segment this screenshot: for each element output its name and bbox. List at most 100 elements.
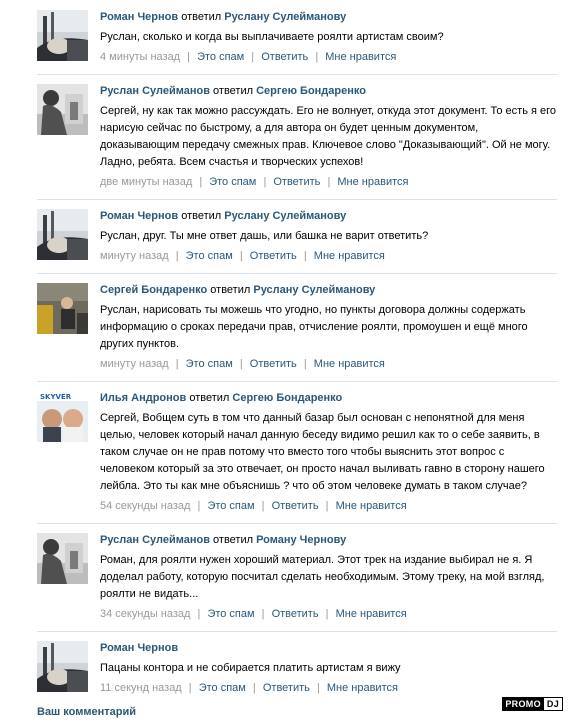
spam-link[interactable]: Это спам: [207, 608, 254, 620]
reply-link[interactable]: Ответить: [250, 250, 297, 262]
comment-verb: ответил: [181, 11, 222, 23]
your-comment-link[interactable]: Ваш комментарий: [37, 706, 136, 718]
comment-time[interactable]: 34 секунды назад: [100, 608, 190, 620]
comment-item: SKYVER Илья Андронов ответил Сергею Бонд…: [37, 381, 557, 523]
separator: |: [315, 51, 319, 63]
spam-link[interactable]: Это спам: [209, 176, 256, 188]
reply-link[interactable]: Ответить: [273, 176, 320, 188]
comment-body: Руслан Сулейманов ответил Роману Чернову…: [100, 533, 557, 622]
comment-target-link[interactable]: Роману Чернову: [256, 534, 346, 546]
separator: |: [252, 682, 256, 694]
comments-thread: Роман Чернов ответил Руслану Сулейманову…: [37, 0, 557, 705]
spam-link[interactable]: Это спам: [197, 51, 244, 63]
avatar-roman[interactable]: [37, 209, 88, 260]
separator: |: [251, 51, 255, 63]
avatar-roman[interactable]: [37, 641, 88, 692]
comment-item: Роман Чернов ответил Руслану Сулейманову…: [37, 199, 557, 273]
separator: |: [197, 608, 201, 620]
comment-author-link[interactable]: Роман Чернов: [100, 210, 178, 222]
comment-target-link[interactable]: Руслану Сулейманову: [224, 210, 346, 222]
like-link[interactable]: Мне нравится: [314, 358, 385, 370]
comment-body: Руслан Сулейманов ответил Сергею Бондаре…: [100, 84, 557, 190]
comment-target-link[interactable]: Сергею Бондаренко: [256, 85, 366, 97]
comment-header: Илья Андронов ответил Сергею Бондаренко: [100, 391, 557, 406]
comment-target-link[interactable]: Сергею Бондаренко: [232, 392, 342, 404]
comment-text: Роман, для роялти нужен хороший материал…: [100, 554, 545, 600]
comment-body: Роман Чернов ответил Руслану Сулейманову…: [100, 10, 557, 65]
comment-actions: 4 минуты назад | Это спам | Ответить | М…: [100, 50, 557, 65]
reply-link[interactable]: Ответить: [261, 51, 308, 63]
comment-header: Сергей Бондаренко ответил Руслану Сулейм…: [100, 283, 557, 298]
spam-link[interactable]: Это спам: [207, 500, 254, 512]
comment-verb: ответил: [210, 284, 251, 296]
separator: |: [187, 51, 191, 63]
like-link[interactable]: Мне нравится: [336, 500, 407, 512]
separator: |: [261, 608, 265, 620]
comment-body: Роман Чернов ответил Руслану Сулейманову…: [100, 209, 557, 264]
separator: |: [325, 608, 329, 620]
comment-author-link[interactable]: Илья Андронов: [100, 392, 186, 404]
like-link[interactable]: Мне нравится: [337, 176, 408, 188]
like-link[interactable]: Мне нравится: [314, 250, 385, 262]
comment-author-link[interactable]: Руслан Сулейманов: [100, 534, 210, 546]
comment-text: Руслан, нарисовать ты можешь что угодно,…: [100, 304, 528, 350]
comment-text: Сергей, Вобщем суть в том что данный баз…: [100, 412, 545, 492]
comment-actions: 34 секунды назад | Это спам | Ответить |…: [100, 607, 557, 622]
comment-header: Роман Чернов: [100, 641, 557, 656]
svg-text:SKYVER: SKYVER: [40, 393, 72, 401]
like-link[interactable]: Мне нравится: [327, 682, 398, 694]
comment-author-link[interactable]: Руслан Сулейманов: [100, 85, 210, 97]
comment-time[interactable]: минуту назад: [100, 358, 169, 370]
like-link[interactable]: Мне нравится: [325, 51, 396, 63]
comment-header: Руслан Сулейманов ответил Сергею Бондаре…: [100, 84, 557, 99]
separator: |: [316, 682, 320, 694]
comment-body: Илья Андронов ответил Сергею Бондаренко …: [100, 391, 557, 514]
comment-time[interactable]: 11 секунд назад: [100, 682, 182, 694]
comment-header: Роман Чернов ответил Руслану Сулейманову: [100, 209, 557, 224]
comment-time[interactable]: 4 минуты назад: [100, 51, 180, 63]
comment-text: Руслан, сколько и когда вы выплачиваете …: [100, 31, 444, 43]
comment-header: Руслан Сулейманов ответил Роману Чернову: [100, 533, 557, 548]
spam-link[interactable]: Это спам: [186, 250, 233, 262]
avatar-sergey[interactable]: [37, 283, 88, 334]
reply-link[interactable]: Ответить: [272, 500, 319, 512]
comment-author-link[interactable]: Сергей Бондаренко: [100, 284, 207, 296]
reply-link[interactable]: Ответить: [250, 358, 297, 370]
comment-time[interactable]: минуту назад: [100, 250, 169, 262]
comment-body: Сергей Бондаренко ответил Руслану Сулейм…: [100, 283, 557, 372]
comment-verb: ответил: [181, 210, 222, 222]
comment-item: Руслан Сулейманов ответил Роману Чернову…: [37, 523, 557, 631]
comment-actions: 11 секунд назад | Это спам | Ответить | …: [100, 681, 557, 696]
avatar-roman[interactable]: [37, 10, 88, 61]
comment-item: Сергей Бондаренко ответил Руслану Сулейм…: [37, 273, 557, 381]
comment-time[interactable]: две минуты назад: [100, 176, 192, 188]
separator: |: [239, 358, 243, 370]
spam-link[interactable]: Это спам: [199, 682, 246, 694]
avatar-ilya[interactable]: SKYVER: [37, 391, 88, 442]
comment-actions: 54 секунды назад | Это спам | Ответить |…: [100, 499, 557, 514]
comment-target-link[interactable]: Руслану Сулейманову: [253, 284, 375, 296]
comment-text: Пацаны контора и не собирается платить а…: [100, 662, 401, 674]
separator: |: [199, 176, 203, 188]
promodj-watermark: PROMO DJ: [502, 697, 563, 711]
comment-verb: ответил: [189, 392, 230, 404]
comment-actions: минуту назад | Это спам | Ответить | Мне…: [100, 357, 557, 372]
avatar-ruslan[interactable]: [37, 533, 88, 584]
reply-link[interactable]: Ответить: [263, 682, 310, 694]
comment-header: Роман Чернов ответил Руслану Сулейманову: [100, 10, 557, 25]
comment-time[interactable]: 54 секунды назад: [100, 500, 190, 512]
like-link[interactable]: Мне нравится: [336, 608, 407, 620]
comment-actions: минуту назад | Это спам | Ответить | Мне…: [100, 249, 557, 264]
comment-author-link[interactable]: Роман Чернов: [100, 11, 178, 23]
comment-body: Роман Чернов Пацаны контора и не собирае…: [100, 641, 557, 696]
separator: |: [197, 500, 201, 512]
comment-item: Руслан Сулейманов ответил Сергею Бондаре…: [37, 74, 557, 199]
separator: |: [175, 250, 179, 262]
comment-author-link[interactable]: Роман Чернов: [100, 642, 178, 654]
comment-text: Сергей, ну как так можно рассуждать. Его…: [100, 105, 556, 168]
spam-link[interactable]: Это спам: [186, 358, 233, 370]
avatar-ruslan[interactable]: [37, 84, 88, 135]
comment-target-link[interactable]: Руслану Сулейманову: [224, 11, 346, 23]
reply-link[interactable]: Ответить: [272, 608, 319, 620]
separator: |: [303, 358, 307, 370]
